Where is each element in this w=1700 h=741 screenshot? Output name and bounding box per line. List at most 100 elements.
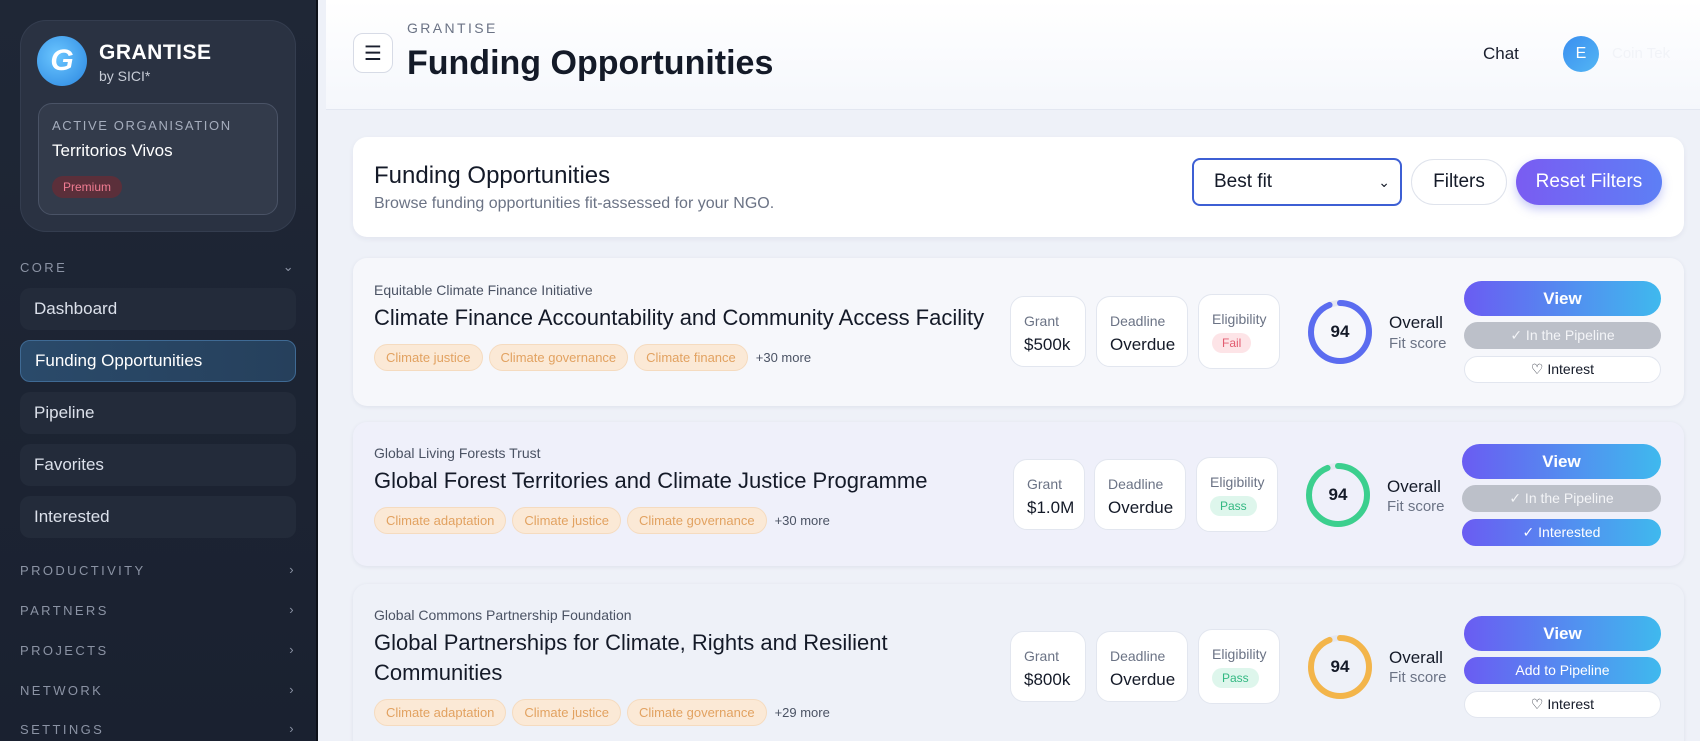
grant-amount: $500k [1024,335,1071,354]
tag-list: Climate adaptation Climate justice Clima… [374,699,830,726]
eligibility-badge: Pass [1212,668,1259,688]
filters-button[interactable]: Filters [1411,159,1507,205]
fit-score-label: Fit score [1387,498,1445,515]
more-tags-link[interactable]: +29 more [775,705,830,720]
fit-score-value: 94 [1328,485,1348,504]
fit-score-ring: 94 [1305,462,1371,528]
plan-badge: Premium [52,176,123,198]
deadline-value: Overdue [1108,498,1174,517]
sidebar-item-funding-opportunities[interactable]: Funding Opportunities [20,340,296,382]
tag: Climate governance [626,699,767,726]
view-button[interactable]: View [1464,616,1661,651]
fit-score-label: Fit score [1389,669,1447,686]
opportunity-card[interactable]: Global Commons Partnership Foundation Gl… [353,584,1684,741]
chevron-right-icon: › [289,602,296,617]
tag: Climate justice [512,507,621,534]
section-partners[interactable]: PARTNERS › [20,602,296,618]
sidebar-item-interested[interactable]: Interested [20,496,296,538]
section-title: Funding Opportunities [374,162,611,189]
fit-score-ring: 94 [1307,299,1373,365]
opportunity-title[interactable]: Climate Finance Accountability and Commu… [374,303,984,333]
in-pipeline-button[interactable]: ✓ In the Pipeline [1462,485,1661,512]
chevron-down-icon: ⌄ [1378,174,1390,190]
more-tags-link[interactable]: +30 more [756,350,811,365]
opportunities-toolbar: Funding Opportunities Browse funding opp… [353,137,1684,237]
hamburger-menu-icon[interactable]: ☰ [353,33,393,73]
brand-subtitle: by SICI* [99,68,151,84]
opportunity-title[interactable]: Global Forest Territories and Climate Ju… [374,466,927,496]
page-title: Funding Opportunities [407,44,774,82]
fit-score-label: Fit score [1389,335,1447,352]
opportunity-card[interactable]: Global Living Forests Trust Global Fores… [353,422,1684,566]
tag: Climate finance [634,344,748,371]
section-projects[interactable]: PROJECTS › [20,642,296,658]
section-network[interactable]: NETWORK › [20,682,296,698]
view-button[interactable]: View [1464,281,1661,316]
avatar[interactable]: E [1563,36,1599,72]
sidebar: G GRANTISE by SICI* ACTIVE ORGANISATION … [0,0,318,741]
chevron-down-icon: ⌄ [282,259,296,274]
grant-amount: $1.0M [1027,498,1075,517]
tag: Climate governance [488,344,629,371]
sidebar-item-favorites[interactable]: Favorites [20,444,296,486]
org-name: Territorios Vivos [52,141,173,160]
funder-name: Equitable Climate Finance Initiative [374,282,593,298]
overall-label: Overall [1389,313,1443,332]
sidebar-item-dashboard[interactable]: Dashboard [20,288,296,330]
user-name[interactable]: Coin Tek [1612,45,1670,62]
fit-score-ring: 94 [1307,634,1373,700]
overall-label: Overall [1387,477,1441,496]
deadline-metric: Deadline Overdue [1096,631,1188,702]
funder-name: Global Commons Partnership Foundation [374,607,632,623]
chevron-right-icon: › [289,682,296,697]
opportunity-title[interactable]: Global Partnerships for Climate, Rights … [374,628,888,658]
sidebar-item-pipeline[interactable]: Pipeline [20,392,296,434]
top-header: ☰ GRANTISE Funding Opportunities Chat E … [326,0,1700,110]
opportunity-title-line2[interactable]: Communities [374,658,502,688]
reset-filters-button[interactable]: Reset Filters [1516,159,1662,205]
section-core[interactable]: CORE ⌄ [20,259,296,275]
tag-list: Climate justice Climate governance Clima… [374,344,811,371]
section-productivity[interactable]: PRODUCTIVITY › [20,562,296,578]
active-organisation-card[interactable]: ACTIVE ORGANISATION Territorios Vivos Pr… [38,103,278,215]
deadline-metric: Deadline Overdue [1094,459,1186,530]
section-subtitle: Browse funding opportunities fit-assesse… [374,195,775,212]
eligibility-metric: Eligibility Pass [1196,457,1278,532]
breadcrumb: GRANTISE [407,20,498,36]
interest-button[interactable]: ♡ Interest [1464,356,1661,383]
chevron-right-icon: › [289,721,296,736]
more-tags-link[interactable]: +30 more [775,513,830,528]
eligibility-badge: Pass [1210,496,1257,516]
eligibility-badge: Fail [1212,333,1252,353]
tag-list: Climate adaptation Climate justice Clima… [374,507,830,534]
fit-score-value: 94 [1330,657,1350,676]
deadline-value: Overdue [1110,335,1176,354]
chat-link[interactable]: Chat [1483,44,1519,64]
sort-select[interactable]: Best fit ⌄ [1192,158,1402,206]
tag: Climate justice [512,699,621,726]
grant-metric: Grant $800k [1010,631,1086,702]
section-settings[interactable]: SETTINGS › [20,721,296,737]
overall-label: Overall [1389,648,1443,667]
in-pipeline-button[interactable]: ✓ In the Pipeline [1464,322,1661,349]
interest-button[interactable]: ♡ Interest [1464,691,1661,718]
grant-metric: Grant $1.0M [1013,459,1085,530]
tag: Climate justice [374,344,483,371]
add-to-pipeline-button[interactable]: Add to Pipeline [1464,657,1661,684]
eligibility-metric: Eligibility Pass [1198,629,1280,704]
view-button[interactable]: View [1462,444,1661,479]
deadline-metric: Deadline Overdue [1096,296,1188,367]
deadline-value: Overdue [1110,670,1176,689]
grant-amount: $800k [1024,670,1071,689]
brand-name: GRANTISE [99,41,212,64]
tag: Climate governance [626,507,767,534]
chevron-right-icon: › [289,562,296,577]
eligibility-metric: Eligibility Fail [1198,294,1280,369]
grantise-logo-icon[interactable]: G [37,36,87,86]
chevron-right-icon: › [289,642,296,657]
grant-metric: Grant $500k [1010,296,1086,367]
org-label: ACTIVE ORGANISATION [52,118,232,133]
tag: Climate adaptation [374,699,507,726]
interested-button[interactable]: ✓ Interested [1462,519,1661,546]
opportunity-card[interactable]: Equitable Climate Finance Initiative Cli… [353,258,1684,406]
